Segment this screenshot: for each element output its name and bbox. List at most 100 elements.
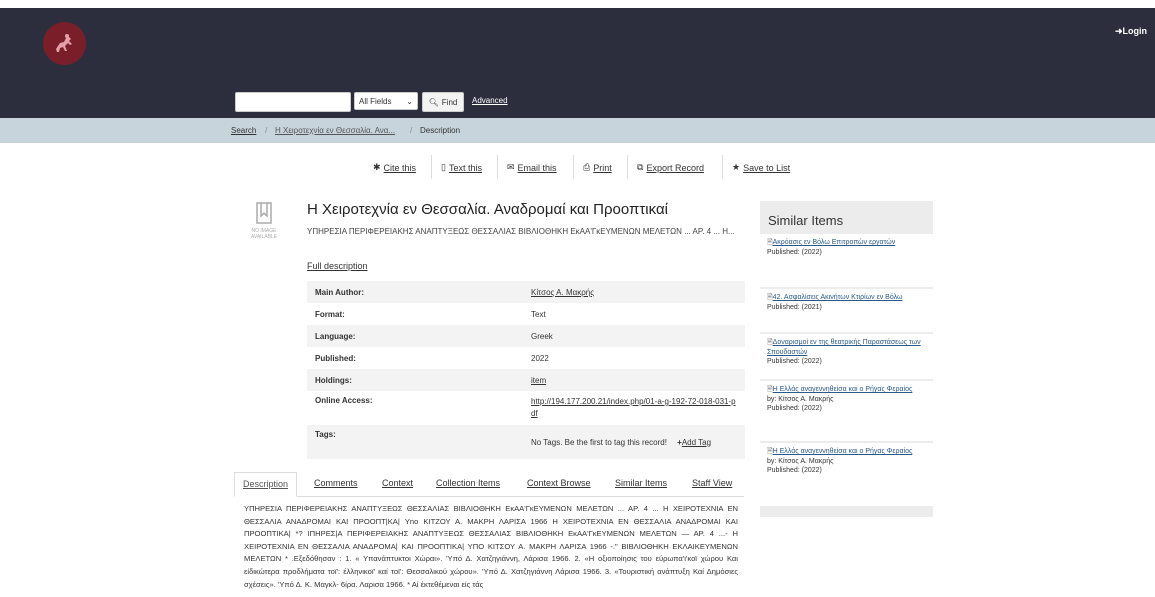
list-item[interactable]: 🗎Η Ελλάς αναγεννηθείσα και ο Ρήγας Φεραί… [760, 443, 933, 507]
similar-item-title: Δοναρισμοί εν της θεατρικής Παραστάσεως … [767, 339, 921, 356]
detail-label: Language: [315, 331, 356, 341]
asterisk-icon: ✱ [373, 162, 381, 172]
detail-label: Online Access: [315, 396, 373, 405]
find-button[interactable]: 🔍︎ Find [422, 92, 464, 112]
toolbar-divider [627, 155, 628, 179]
table-row: Language: Greek [307, 325, 745, 347]
email-this-button[interactable]: ✉ Email this [507, 162, 557, 173]
breadcrumb: Search / Η Χειροτεχνία εν Θεσσαλία. Ανα.… [0, 118, 1155, 143]
list-item[interactable]: 🗎Η Ελλάς αναγεννηθείσα και ο Ρήγας Φεραί… [760, 381, 933, 442]
cite-this-label: Cite this [383, 162, 417, 173]
similar-item-title: Η Ελλάς αναγεννηθείσα και ο Ρήγας Φεραίο… [772, 386, 913, 393]
breadcrumb-record[interactable]: Η Χειροτεχνία εν Θεσσαλία. Ανα... [275, 126, 395, 135]
add-tag-label: Add Tag [681, 437, 712, 447]
tab-collection-items[interactable]: Collection Items [436, 472, 500, 495]
star-icon: ★ [732, 162, 741, 172]
toolbar-divider [431, 155, 432, 179]
similar-item-published: Published: (2021) [767, 303, 822, 311]
detail-label: Format: [315, 309, 345, 319]
search-field-select[interactable]: All Fields ⌄ [354, 92, 418, 110]
tags-text: No Tags. Be the first to tag this record… [531, 437, 667, 447]
similar-item-title: 42. Ασφαλίσεις Ακινήτων Κτιρίων εν Βόλω [772, 294, 903, 301]
record-title: Η Χειροτεχνία εν Θεσσαλία. Αναδρομαί και… [307, 201, 668, 218]
envelope-icon: ✉ [507, 162, 515, 172]
similar-item-published: Published: (2022) [767, 358, 822, 365]
no-image-placeholder: NO IMAGE AVAILABLE [246, 202, 282, 248]
format-value: Text [531, 309, 546, 319]
text-this-button[interactable]: ▯ Text this [441, 162, 482, 173]
published-value: 2022 [531, 353, 549, 363]
tab-comments[interactable]: Comments [314, 472, 358, 495]
main-author-link[interactable]: Κίτσος Α. Μακρής [523, 281, 745, 303]
text-this-label: Text this [448, 162, 482, 173]
external-link-icon: ⧉ [637, 162, 644, 172]
search-input[interactable] [235, 92, 351, 112]
main-author-value: Κίτσος Α. Μακρής [531, 287, 595, 297]
search-field-select-value: All Fields [359, 96, 392, 106]
phone-icon: ▯ [441, 162, 446, 172]
tab-description[interactable]: Description [234, 472, 298, 497]
print-button[interactable]: ⎙ Print [583, 162, 612, 173]
table-row: Holdings: item [307, 369, 745, 391]
breadcrumb-search[interactable]: Search [231, 126, 256, 135]
login-label: Login [1122, 26, 1148, 36]
detail-label: Holdings: [315, 375, 352, 385]
similar-items-heading: Similar Items [768, 213, 844, 228]
similar-item-published: Published: (2022) [767, 248, 822, 256]
breadcrumb-current: Description [420, 126, 461, 135]
export-record-button[interactable]: ⧉ Export Record [637, 162, 704, 173]
list-item[interactable]: 🗎Δοναρισμοί εν της θεατρικής Παραστάσεως… [760, 334, 933, 380]
language-value: Greek [531, 331, 553, 341]
save-to-list-button[interactable]: ★ Save to List [732, 162, 790, 173]
table-row: Online Access: http://194.177.200.21/ind… [307, 391, 745, 425]
similar-item-title: Ακρόασις εν Βόλω Επιτροπών εργατών [772, 239, 896, 246]
email-this-label: Email this [517, 162, 557, 173]
similar-item-author: by: Κίτσος Α. Μακρής [767, 395, 834, 403]
login-link[interactable]: ➜Login [1115, 26, 1147, 37]
cite-this-button[interactable]: ✱ Cite this [373, 162, 416, 173]
toolbar-divider [573, 155, 574, 179]
similar-item-title: Η Ελλάς αναγεννηθείσα και ο Ρήγας Φεραίο… [772, 448, 913, 455]
holdings-value: item [531, 375, 547, 385]
chevron-down-icon: ⌄ [406, 96, 413, 106]
toolbar-divider [497, 155, 498, 179]
horse-rider-icon [55, 33, 72, 52]
detail-label: Published: [315, 353, 356, 363]
detail-label: Tags: [315, 430, 336, 439]
find-button-label: Find [441, 97, 458, 107]
similar-items-panel: Similar Items 🗎Ακρόασις εν Βόλω Επιτροπώ… [760, 201, 933, 517]
university-logo[interactable] [43, 22, 86, 65]
printer-icon: ⎙ [583, 162, 591, 172]
tab-staff-view[interactable]: Staff View [692, 472, 732, 495]
no-image-text: NO IMAGE AVAILABLE [250, 228, 278, 240]
record-tabs: Description Comments Context Collection … [234, 472, 744, 497]
tab-context[interactable]: Context [382, 472, 413, 495]
list-item[interactable]: 🗎42. Ασφαλίσεις Ακινήτων Κτιρίων εν Βόλω… [760, 289, 933, 333]
toolbar-divider [722, 155, 723, 179]
breadcrumb-separator: / [265, 126, 268, 135]
export-record-label: Export Record [646, 162, 704, 173]
book-icon [256, 202, 272, 224]
record-details-table: Main Author: Κίτσος Α. Μακρής Format: Te… [307, 281, 745, 459]
holdings-link[interactable]: item [523, 369, 745, 391]
tab-context-browse[interactable]: Context Browse [527, 472, 591, 495]
similar-item-published: Published: (2022) [767, 405, 822, 412]
print-label: Print [593, 162, 612, 173]
online-access-value: http://194.177.200.21/index.php/01-a-g-1… [531, 397, 736, 418]
tags-cell: No Tags. Be the first to tag this record… [523, 425, 745, 459]
advanced-search-link[interactable]: Advanced [472, 96, 508, 105]
full-description-link[interactable]: Full description [307, 261, 368, 271]
table-row: Tags: No Tags. Be the first to tag this … [307, 425, 745, 459]
online-access-link[interactable]: http://194.177.200.21/index.php/01-a-g-1… [523, 391, 745, 425]
table-row: Format: Text [307, 303, 745, 325]
sign-in-icon: ➜ [1114, 26, 1123, 36]
description-text: ΥΠΗΡΕΣΙΑ ΠΕΡΙΦΕΡΕΙΑΚΗΣ ΑΝΑΠΤΥΞΕΩΣ ΘΕΣΣΑΛ… [244, 504, 738, 589]
table-row: Published: 2022 [307, 347, 745, 369]
similar-item-author: by: Κίτσος Α. Μακρής [767, 457, 834, 465]
breadcrumb-separator: / [410, 126, 413, 135]
add-tag-button[interactable]: +Add Tag [677, 438, 711, 447]
similar-item-published: Published: (2022) [767, 467, 822, 474]
tab-similar-items[interactable]: Similar Items [615, 472, 667, 495]
list-item[interactable]: 🗎Ακρόασις εν Βόλω Επιτροπών εργατών Publ… [760, 234, 933, 288]
save-to-list-label: Save to List [743, 162, 791, 173]
